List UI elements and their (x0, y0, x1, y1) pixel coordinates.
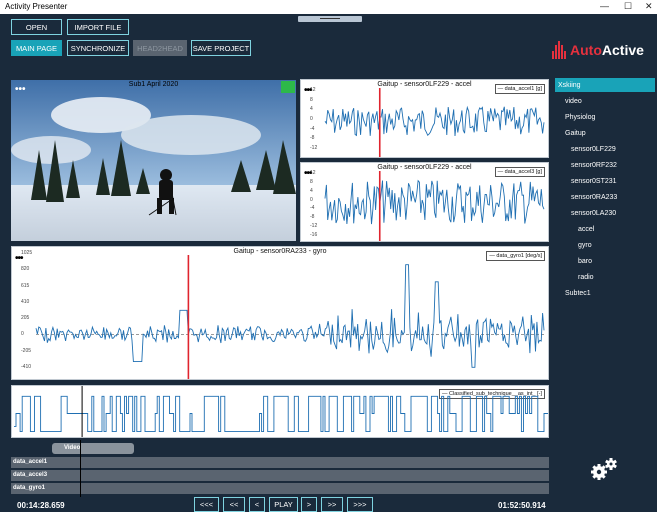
play-button[interactable]: PLAY (269, 497, 298, 512)
import-file-button[interactable]: IMPORT FILE (67, 19, 129, 35)
y-tick-label: -4 (310, 125, 315, 132)
tree-item[interactable]: Physiolog (555, 110, 655, 124)
timeline-row-bar[interactable] (80, 470, 549, 481)
y-tick-label: 0 (21, 331, 24, 338)
signal-line (324, 105, 545, 137)
y-tick-label: 0 (310, 116, 313, 122)
y-tick-label: 205 (21, 315, 30, 322)
tree-item[interactable]: sensor0RF232 (555, 158, 655, 172)
y-tick-label: -4 (310, 205, 315, 212)
video-panel[interactable]: Sub1 April 2020 ••• (11, 80, 296, 241)
tree-item[interactable]: gyro (555, 238, 655, 252)
fast-forward-button[interactable]: >>> (347, 497, 373, 512)
timeline-row[interactable]: data_gyro1 (11, 483, 549, 494)
logo-text-active: Active (601, 42, 644, 58)
tree-item[interactable]: sensor0LF229 (555, 142, 655, 156)
signal-line (14, 395, 548, 433)
minimize-button[interactable]: — (600, 1, 609, 11)
tree-item[interactable]: sensor0ST231 (555, 174, 655, 188)
forward-button[interactable]: >> (321, 497, 343, 512)
tree-item[interactable]: radio (555, 270, 655, 284)
close-button[interactable]: ✕ (645, 1, 653, 12)
step-back-button[interactable]: < (249, 497, 265, 512)
y-tick-label: -16 (310, 232, 318, 238)
timeline-video-clip[interactable]: Video (52, 443, 134, 454)
y-tick-label: -205 (21, 347, 32, 354)
tree-item[interactable]: Xskiing (555, 78, 655, 92)
plot-signal (324, 88, 545, 157)
y-tick-label: 12 (310, 170, 316, 176)
settings-gears-icon[interactable] (588, 455, 620, 483)
plot-signal (14, 386, 548, 437)
start-time: 00:14:28.659 (17, 501, 65, 510)
plot-signal (324, 171, 545, 241)
timeline-row[interactable]: data_accel3 (11, 470, 549, 481)
end-time: 01:52:50.914 (498, 501, 546, 510)
timeline-cursor[interactable] (80, 440, 81, 497)
plot-classified-panel[interactable]: — Classified_sub_technique__as_int_ [-] (11, 385, 549, 438)
plot-signal (35, 255, 545, 379)
plot-accel3-panel[interactable]: Gaitup - sensor0LF229 - accel ••• — data… (300, 162, 549, 242)
signal-line (35, 264, 545, 368)
y-tick-label: 615 (21, 282, 30, 289)
y-tick-label: 1025 (21, 250, 33, 256)
video-title: Sub1 April 2020 (128, 81, 179, 88)
y-tick-label: 8 (310, 178, 313, 185)
open-button[interactable]: OPEN (11, 19, 62, 35)
fast-back-button[interactable]: <<< (194, 497, 219, 512)
window-title: Activity Presenter (5, 2, 68, 11)
y-tick-label: 4 (310, 187, 313, 194)
step-forward-button[interactable]: > (301, 497, 317, 512)
tree-item[interactable]: Gaitup (555, 126, 655, 140)
back-button[interactable]: << (223, 497, 245, 512)
timeline-row-label: data_accel1 (11, 457, 80, 468)
y-tick-label: 820 (21, 266, 30, 273)
maximize-button[interactable]: ☐ (624, 1, 632, 12)
plot-gyro1-panel[interactable]: Gaitup - sensor0RA233 - gyro ••• — data_… (11, 246, 549, 380)
layout-drag-handle[interactable] (298, 16, 362, 22)
y-tick-label: 410 (21, 298, 30, 305)
timeline-row-bar[interactable] (80, 457, 549, 468)
autoactive-logo: AutoActive (552, 40, 644, 60)
timeline-row-bar[interactable] (80, 483, 549, 494)
y-tick-label: 4 (310, 106, 313, 113)
y-tick-label: -8 (310, 214, 315, 221)
tree-item[interactable]: accel (555, 222, 655, 236)
main-page-button[interactable]: MAIN PAGE (11, 40, 62, 56)
tree-item[interactable]: video (555, 94, 655, 108)
video-frame (11, 80, 296, 241)
save-project-button[interactable]: SAVE PROJECT (191, 40, 251, 56)
y-tick-label: 0 (310, 196, 313, 203)
y-tick-label: -12 (310, 223, 318, 230)
tree-item[interactable]: Subtec1 (555, 286, 655, 300)
video-menu-icon[interactable]: ••• (15, 84, 26, 95)
signal-line (324, 179, 545, 225)
timeline-row-label: data_gyro1 (11, 483, 80, 494)
tree-item[interactable]: sensor0LA230 (555, 206, 655, 220)
tree-item[interactable]: sensor0RA233 (555, 190, 655, 204)
y-tick-label: -410 (21, 364, 32, 370)
y-tick-label: 8 (310, 96, 313, 103)
timeline-row[interactable]: data_accel1 (11, 457, 549, 468)
y-tick-label: -8 (310, 135, 315, 142)
drag-handle-grip (320, 18, 340, 19)
logo-text-auto: Auto (570, 42, 602, 58)
plot-accel1-panel[interactable]: Gaitup - sensor0LF229 - accel ••• — data… (300, 79, 549, 158)
timeline-row-label: data_accel3 (11, 470, 80, 481)
logo-mark-icon (552, 41, 566, 59)
head2head-button[interactable]: HEAD2HEAD (133, 40, 187, 56)
y-tick-label: 12 (310, 87, 316, 93)
synchronize-button[interactable]: SYNCHRONIZE (67, 40, 129, 56)
tree-item[interactable]: baro (555, 254, 655, 268)
window-titlebar: Activity Presenter — ☐ ✕ (0, 0, 657, 14)
y-tick-label: -12 (310, 145, 318, 151)
